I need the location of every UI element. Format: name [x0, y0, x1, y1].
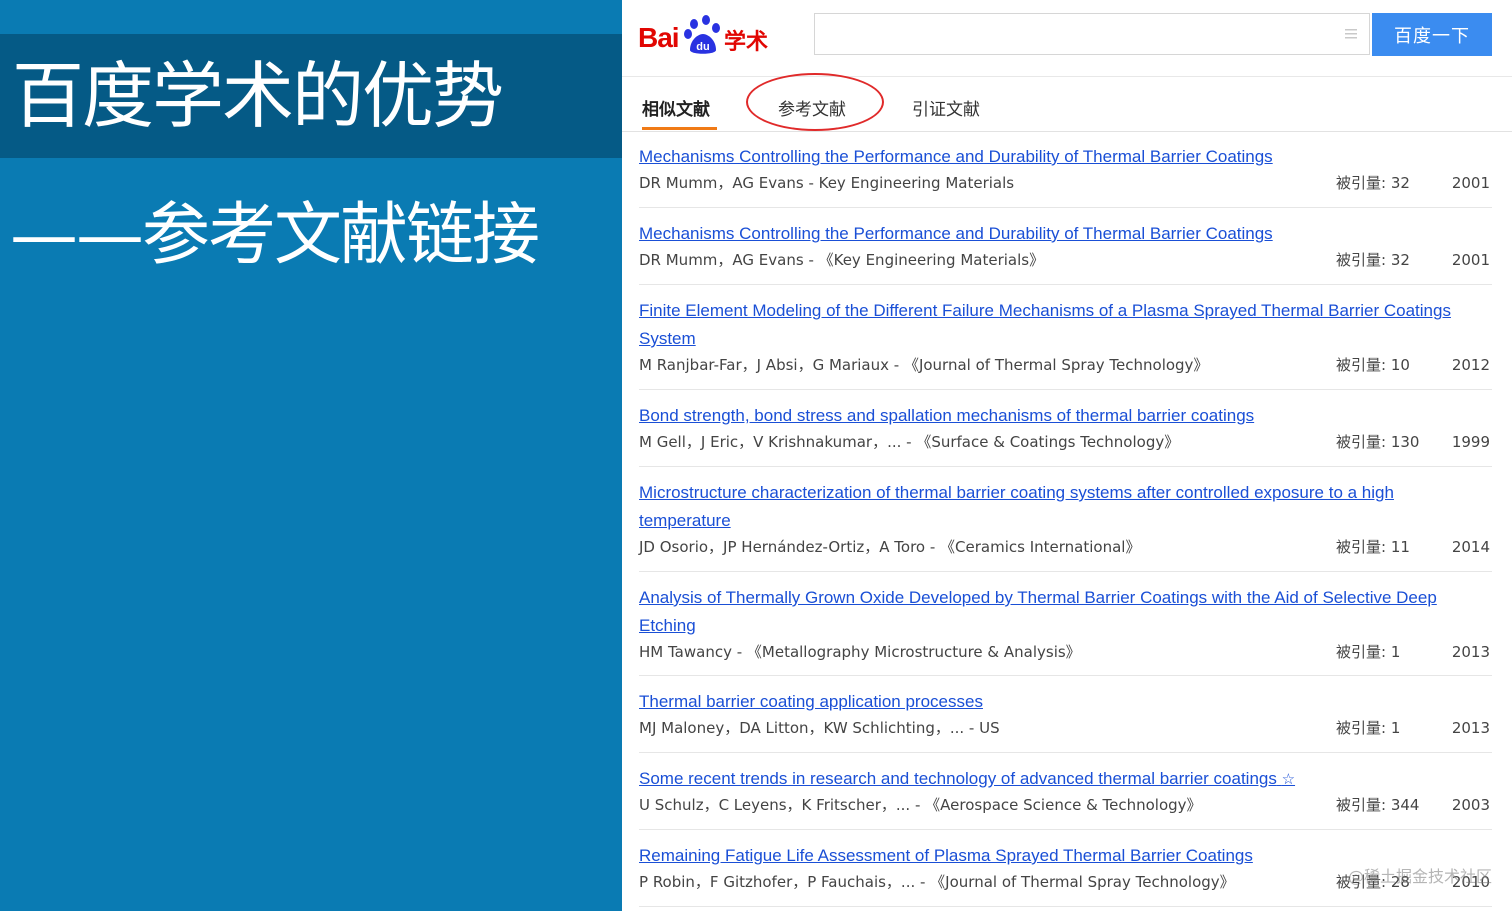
result-cite-count[interactable]: 被引量: 1: [1336, 642, 1400, 662]
result-cite-count[interactable]: 被引量: 344: [1336, 795, 1419, 815]
baidu-xueshu-page: Bai du 学术 百度一下 相似文献 参考文献 引证文献 Mechanisms…: [622, 0, 1512, 911]
result-title-link[interactable]: Analysis of Thermally Grown Oxide Develo…: [639, 584, 1489, 640]
result-title-link[interactable]: Some recent trends in research and techn…: [639, 765, 1489, 794]
result-year: 1999: [1451, 433, 1490, 451]
star-icon[interactable]: ☆: [1282, 771, 1295, 788]
menu-lines-icon[interactable]: [1343, 27, 1359, 41]
search-input[interactable]: [815, 14, 1355, 54]
logo-du-text: du: [696, 41, 709, 53]
result-meta: P Robin，F Gitzhofer，P Fauchais，... - 《Jo…: [639, 873, 1235, 891]
result-cite-count[interactable]: 被引量: 130: [1336, 432, 1419, 452]
result-year: 2014: [1451, 538, 1490, 556]
result-title-link[interactable]: Mechanisms Controlling the Performance a…: [639, 143, 1489, 171]
result-meta: DR Mumm，AG Evans - 《Key Engineering Mate…: [639, 251, 1045, 269]
result-meta: DR Mumm，AG Evans - Key Engineering Mater…: [639, 174, 1015, 192]
result-meta: HM Tawancy - 《Metallography Microstructu…: [639, 643, 1081, 661]
result-year: 2013: [1451, 643, 1490, 661]
result-cite-count[interactable]: 被引量: 32: [1336, 173, 1410, 193]
result-meta: JD Osorio，JP Hernández-Ortiz，A Toro - 《C…: [639, 538, 1141, 556]
list-item: Microstructure characterization of therm…: [639, 467, 1492, 572]
result-title-link[interactable]: Thermal barrier coating application proc…: [639, 688, 1489, 716]
result-meta: M Ranjbar-Far，J Absi，G Mariaux - 《Journa…: [639, 356, 1209, 374]
result-title-text: Some recent trends in research and techn…: [639, 769, 1277, 788]
result-year: 2013: [1451, 719, 1490, 737]
active-tab-indicator: [642, 127, 717, 130]
list-item: Some recent trends in research and techn…: [639, 753, 1492, 830]
slide-title: 百度学术的优势: [12, 54, 504, 138]
result-title-link[interactable]: Mechanisms Controlling the Performance a…: [639, 220, 1489, 248]
baidu-paw-icon: du: [684, 15, 720, 54]
list-item: Mechanisms Controlling the Performance a…: [639, 208, 1492, 285]
result-year: 2001: [1451, 251, 1490, 269]
result-title-link[interactable]: Bond strength, bond stress and spallatio…: [639, 402, 1489, 430]
highlight-circle: [746, 73, 884, 131]
result-year: 2001: [1451, 174, 1490, 192]
list-item: Bond strength, bond stress and spallatio…: [639, 390, 1492, 467]
result-cite-count[interactable]: 被引量: 11: [1336, 537, 1410, 557]
result-year: 2003: [1451, 796, 1490, 814]
header: Bai du 学术 百度一下: [622, 0, 1512, 77]
slide-panel: 百度学术的优势 ——参考文献链接: [0, 0, 622, 911]
baidu-xueshu-logo[interactable]: Bai du 学术: [638, 14, 778, 58]
result-title-link[interactable]: Finite Element Modeling of the Different…: [639, 297, 1489, 353]
result-meta: U Schulz，C Leyens，K Fritscher，... - 《Aer…: [639, 796, 1202, 814]
watermark: @稀土掘金技术社区: [1347, 867, 1492, 886]
result-meta: M Gell，J Eric，V Krishnakumar，... - 《Surf…: [639, 433, 1180, 451]
result-meta: MJ Maloney，DA Litton，KW Schlichting，... …: [639, 719, 1000, 737]
list-item: Analysis of Thermally Grown Oxide Develo…: [639, 572, 1492, 676]
result-cite-count[interactable]: 被引量: 10: [1336, 355, 1410, 375]
tab-citing-literature[interactable]: 引证文献: [912, 95, 980, 120]
search-button[interactable]: 百度一下: [1372, 13, 1492, 56]
result-title-link[interactable]: Microstructure characterization of therm…: [639, 479, 1489, 535]
list-item: Finite Element Modeling of the Different…: [639, 285, 1492, 390]
tab-similar-literature[interactable]: 相似文献: [642, 95, 710, 120]
list-item: Mechanisms Controlling the Performance a…: [639, 131, 1492, 208]
logo-xueshu-text: 学术: [724, 30, 769, 55]
result-cite-count[interactable]: 被引量: 32: [1336, 250, 1410, 270]
search-box[interactable]: [814, 13, 1370, 55]
logo-bai-text: Bai: [638, 22, 680, 53]
list-item: Thermal barrier coating application proc…: [639, 676, 1492, 753]
result-year: 2012: [1451, 356, 1490, 374]
slide-top-strip: [0, 0, 622, 34]
result-cite-count[interactable]: 被引量: 1: [1336, 718, 1400, 738]
slide-subtitle: ——参考文献链接: [10, 196, 540, 275]
